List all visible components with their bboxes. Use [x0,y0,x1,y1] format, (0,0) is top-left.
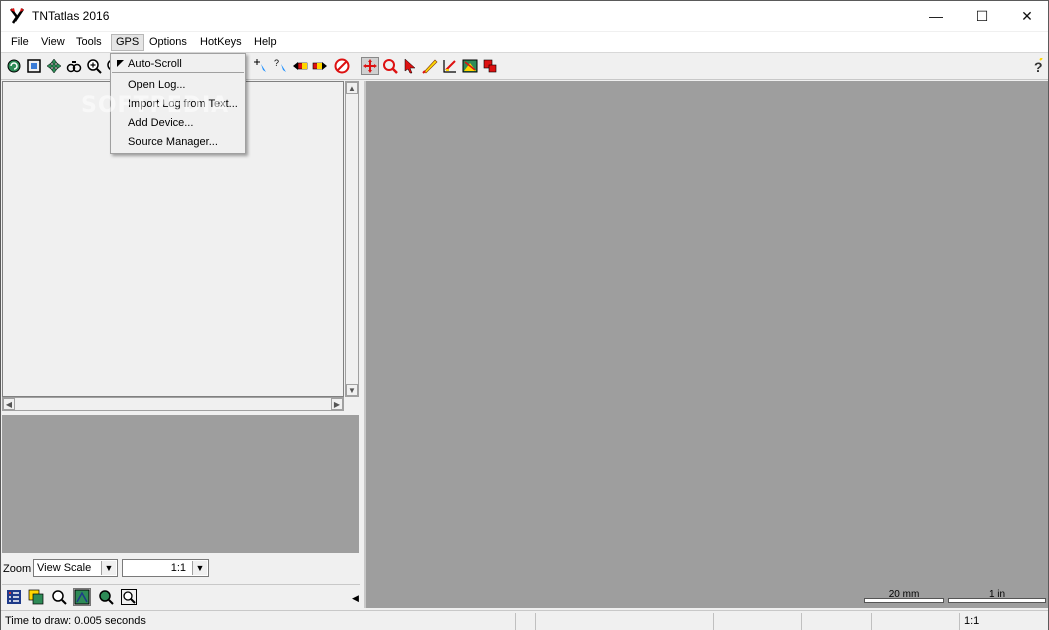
app-window: TNTatlas 2016 — ☐ ✕ File View Tools GPS … [0,0,1049,630]
scalebar-inch: 1 in [948,589,1046,603]
scroll-up-icon[interactable]: ▲ [346,82,358,94]
menu-item-label: Open Log... [128,79,186,91]
menu-item-label: Auto-Scroll [128,58,182,70]
zoom-mode-select[interactable]: View Scale ▼ [33,559,118,577]
redraw-icon[interactable] [5,57,23,75]
vertical-scrollbar[interactable]: ▲ ▼ [345,81,359,397]
zoom-in-icon[interactable] [85,57,103,75]
legend-icon[interactable] [5,588,23,606]
pan-icon[interactable] [45,57,63,75]
scroll-down-icon[interactable]: ▼ [346,384,358,396]
sketch-icon[interactable] [441,57,459,75]
menu-options[interactable]: Options [144,34,192,51]
overview-panel[interactable] [2,415,359,553]
chevron-down-icon[interactable]: ▼ [192,561,207,575]
menu-item-source-manager[interactable]: Source Manager... [112,133,244,151]
status-scale: 1:1 [964,615,980,627]
menu-tools[interactable]: Tools [71,34,107,51]
link-icon[interactable] [65,57,83,75]
help-icon[interactable]: ? [1029,57,1047,75]
watermark: SOFTPEDIA [81,93,230,118]
svg-text:?: ? [274,58,279,68]
status-cell [535,613,713,630]
map-view[interactable]: 20 mm 1 in [364,81,1048,608]
menu-item-label: Source Manager... [128,136,218,148]
layers-icon[interactable] [481,57,499,75]
scale-input[interactable]: 1:1 ▼ [122,559,209,577]
menu-help[interactable]: Help [249,34,282,51]
maximize-button[interactable]: ☐ [959,1,1005,31]
select-icon[interactable] [401,57,419,75]
stop-icon[interactable] [333,57,351,75]
status-cell [515,613,535,630]
menu-item-open-log[interactable]: Open Log... [112,76,244,94]
zoom-selected-icon[interactable] [120,588,138,606]
add-point-icon[interactable] [251,57,269,75]
menu-hotkeys[interactable]: HotKeys [195,34,247,51]
find-icon[interactable] [50,588,68,606]
scroll-left-icon[interactable]: ◀ [3,398,15,410]
minimize-button[interactable]: — [913,1,959,31]
panel-toolbar: ◀ [2,584,360,608]
status-cell [871,613,959,630]
scroll-right-icon[interactable]: ▶ [331,398,343,410]
scalebar-mm-bar [864,598,944,603]
overview-icon[interactable] [73,588,91,606]
check-icon [117,60,124,67]
menu-view[interactable]: View [36,34,70,51]
prev-view-icon[interactable] [291,57,309,75]
chevron-down-icon[interactable]: ▼ [101,561,116,575]
menu-item-label: Add Device... [128,117,194,129]
scalebar-mm: 20 mm [864,589,944,603]
layer-controls-icon[interactable] [27,588,45,606]
measure-icon[interactable] [421,57,439,75]
menu-file[interactable]: File [6,34,34,51]
menu-item-auto-scroll[interactable]: Auto-Scroll [112,55,244,73]
scalebar-inch-bar [948,598,1046,603]
next-view-icon[interactable] [311,57,329,75]
status-cell [801,613,871,630]
draw-time-status: Time to draw: 0.005 seconds [5,615,146,627]
zoom-box-icon[interactable] [381,57,399,75]
tntatlas-logo-icon [9,7,27,25]
window-title: TNTatlas 2016 [32,9,110,23]
collapse-panel-icon[interactable]: ◀ [352,593,359,604]
query-icon[interactable]: ? [271,57,289,75]
svg-text:?: ? [1034,59,1043,74]
menu-gps[interactable]: GPS [111,34,145,51]
scroll-corner [345,397,359,411]
full-view-icon[interactable] [25,57,43,75]
status-cell [713,613,801,630]
image-icon[interactable] [461,57,479,75]
zoom-mode-value: View Scale [37,562,92,574]
zoom-to-layer-icon[interactable] [97,588,115,606]
title-bar: TNTatlas 2016 — ☐ ✕ [1,1,1048,31]
status-bar: Time to draw: 0.005 seconds 1:1 [1,610,1048,630]
close-button[interactable]: ✕ [1004,1,1049,31]
move-icon[interactable] [361,57,379,75]
zoom-controls: Zoom View Scale ▼ 1:1 ▼ [2,557,360,579]
scale-value: 1:1 [170,562,186,574]
horizontal-scrollbar[interactable]: ◀ ▶ [2,397,344,411]
menu-bar: File View Tools GPS Options HotKeys Help [1,32,1048,53]
zoom-label: Zoom [3,563,32,575]
